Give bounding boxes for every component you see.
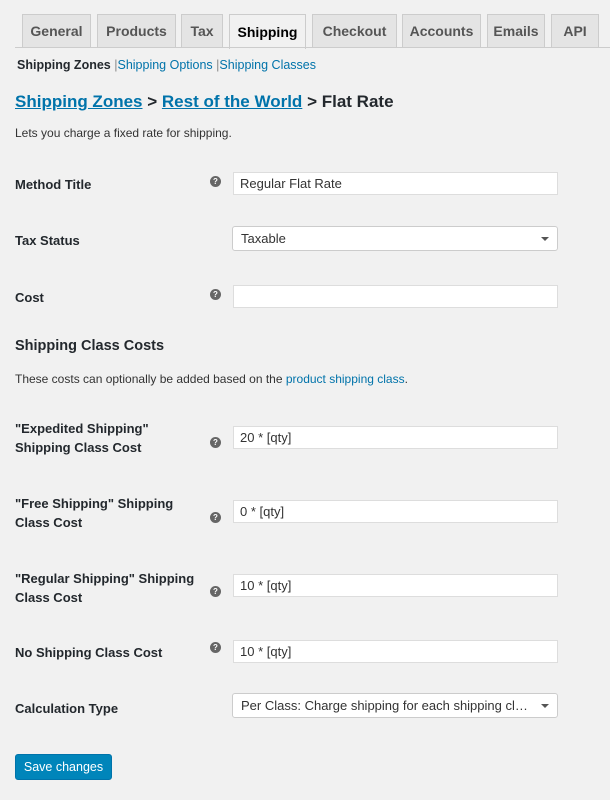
tax-status-select[interactable]: Taxable xyxy=(232,226,558,251)
method-title-label: Method Title xyxy=(15,177,92,192)
free-cost-input[interactable]: 0 * [qty] xyxy=(233,500,558,523)
method-description: Lets you charge a fixed rate for shippin… xyxy=(15,126,232,140)
calculation-type-label: Calculation Type xyxy=(15,701,119,716)
shipping-class-costs-description: These costs can optionally be added base… xyxy=(15,372,408,386)
help-icon[interactable]: ? xyxy=(210,176,221,187)
tab-divider xyxy=(15,47,610,48)
tab-api[interactable]: API xyxy=(551,14,599,47)
subnav-shipping-zones[interactable]: Shipping Zones xyxy=(17,58,111,72)
shipping-class-costs-heading: Shipping Class Costs xyxy=(15,338,165,354)
breadcrumb-sep: > xyxy=(307,92,317,111)
cost-label: Cost xyxy=(15,290,44,305)
breadcrumb: Shipping Zones > Rest of the World > Fla… xyxy=(15,92,394,112)
tab-tax[interactable]: Tax xyxy=(181,14,223,47)
expedited-cost-label: "Expedited Shipping" Shipping Class Cost xyxy=(15,421,149,455)
regular-cost-label: "Regular Shipping" Shipping Class Cost xyxy=(15,571,195,605)
tab-emails[interactable]: Emails xyxy=(487,14,545,47)
no-class-cost-label: No Shipping Class Cost xyxy=(15,645,163,660)
tab-checkout[interactable]: Checkout xyxy=(312,14,397,47)
tax-status-value: Taxable xyxy=(241,231,286,246)
breadcrumb-current: Flat Rate xyxy=(321,92,394,111)
cost-input[interactable] xyxy=(233,285,558,308)
desc-text: . xyxy=(404,372,408,386)
subnav-shipping-classes[interactable]: Shipping Classes xyxy=(219,58,316,72)
regular-cost-input[interactable]: 10 * [qty] xyxy=(233,574,558,597)
tab-shipping[interactable]: Shipping xyxy=(229,14,306,49)
tab-products[interactable]: Products xyxy=(97,14,176,47)
tax-status-label: Tax Status xyxy=(15,233,80,248)
chevron-down-icon xyxy=(541,237,549,241)
desc-text: These costs can optionally be added base… xyxy=(15,372,286,386)
calculation-type-value: Per Class: Charge shipping for each ship… xyxy=(241,698,557,713)
free-cost-label: "Free Shipping" Shipping Class Cost xyxy=(15,496,174,530)
chevron-down-icon xyxy=(541,704,549,708)
help-icon[interactable]: ? xyxy=(210,586,221,597)
help-icon[interactable]: ? xyxy=(210,289,221,300)
help-icon[interactable]: ? xyxy=(210,642,221,653)
help-icon[interactable]: ? xyxy=(210,512,221,523)
subnav-shipping-options[interactable]: Shipping Options xyxy=(117,58,212,72)
product-shipping-class-link[interactable]: product shipping class xyxy=(286,372,405,386)
expedited-cost-input[interactable]: 20 * [qty] xyxy=(233,426,558,449)
calculation-type-select[interactable]: Per Class: Charge shipping for each ship… xyxy=(232,693,558,718)
save-changes-button[interactable]: Save changes xyxy=(15,754,112,780)
tab-general[interactable]: General xyxy=(22,14,91,47)
method-title-input[interactable]: Regular Flat Rate xyxy=(233,172,558,195)
tab-accounts[interactable]: Accounts xyxy=(402,14,481,47)
breadcrumb-shipping-zones[interactable]: Shipping Zones xyxy=(15,92,143,111)
breadcrumb-sep: > xyxy=(147,92,158,111)
no-class-cost-input[interactable]: 10 * [qty] xyxy=(233,640,558,663)
breadcrumb-rest-of-world[interactable]: Rest of the World xyxy=(162,92,302,111)
subnav: Shipping Zones |Shipping Options |Shippi… xyxy=(17,58,316,72)
help-icon[interactable]: ? xyxy=(210,437,221,448)
